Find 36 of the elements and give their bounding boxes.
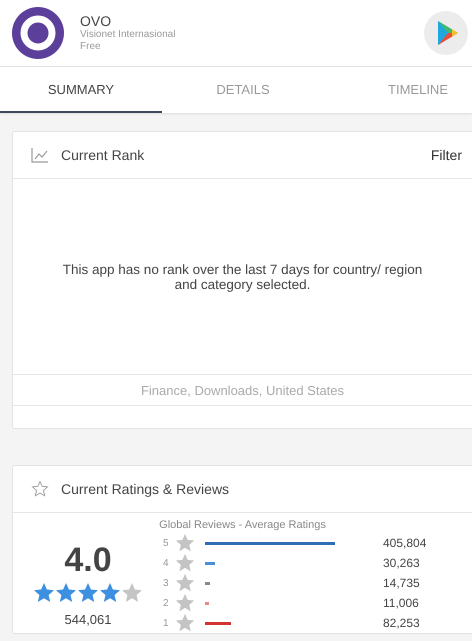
average-rating: 4.0 bbox=[64, 541, 112, 580]
card-title: Current Rank bbox=[61, 147, 146, 163]
star-icon bbox=[121, 582, 143, 604]
star-icon bbox=[55, 582, 77, 604]
developer-name: Visionet Internasional bbox=[80, 29, 176, 41]
star-icon bbox=[33, 582, 55, 604]
chart-subtitle: Global Reviews - Average Ratings bbox=[158, 519, 327, 531]
star-icon bbox=[175, 553, 195, 573]
rating-count: 30,263 bbox=[383, 556, 420, 570]
tab[interactable]: SUMMARY bbox=[0, 67, 162, 113]
star-icon bbox=[77, 582, 99, 604]
rating-count: 11,006 bbox=[383, 596, 419, 610]
star-level: 5 bbox=[163, 538, 170, 548]
star-level: 3 bbox=[163, 578, 170, 588]
star-level: 2 bbox=[163, 598, 170, 608]
rating-count: 405,804 bbox=[383, 536, 426, 550]
empty-message: This app has no rank over the last 7 days for country/ region and category selected. bbox=[62, 262, 424, 292]
play-store-icon bbox=[424, 11, 468, 55]
review-count: 544,061 bbox=[64, 612, 112, 627]
app-logo-icon bbox=[12, 7, 64, 59]
rating-count: 14,735 bbox=[383, 576, 420, 590]
star-icon bbox=[175, 593, 195, 613]
star-level: 4 bbox=[163, 558, 170, 568]
star-icon bbox=[175, 533, 195, 553]
card-title: Current Ratings & Reviews bbox=[61, 481, 230, 497]
star-icon bbox=[175, 573, 195, 593]
star-icon bbox=[175, 613, 195, 633]
line-chart-icon bbox=[31, 147, 49, 163]
rating-count: 82,253 bbox=[383, 616, 420, 630]
star-icon bbox=[31, 480, 49, 498]
star-level: 1 bbox=[163, 618, 170, 628]
star-icon bbox=[99, 582, 121, 604]
app-name: OVO bbox=[80, 13, 112, 29]
filter-button[interactable]: Filter bbox=[430, 147, 462, 163]
app-price: Free bbox=[80, 41, 102, 53]
filter-summary: Finance, Downloads, United States bbox=[13, 374, 472, 406]
